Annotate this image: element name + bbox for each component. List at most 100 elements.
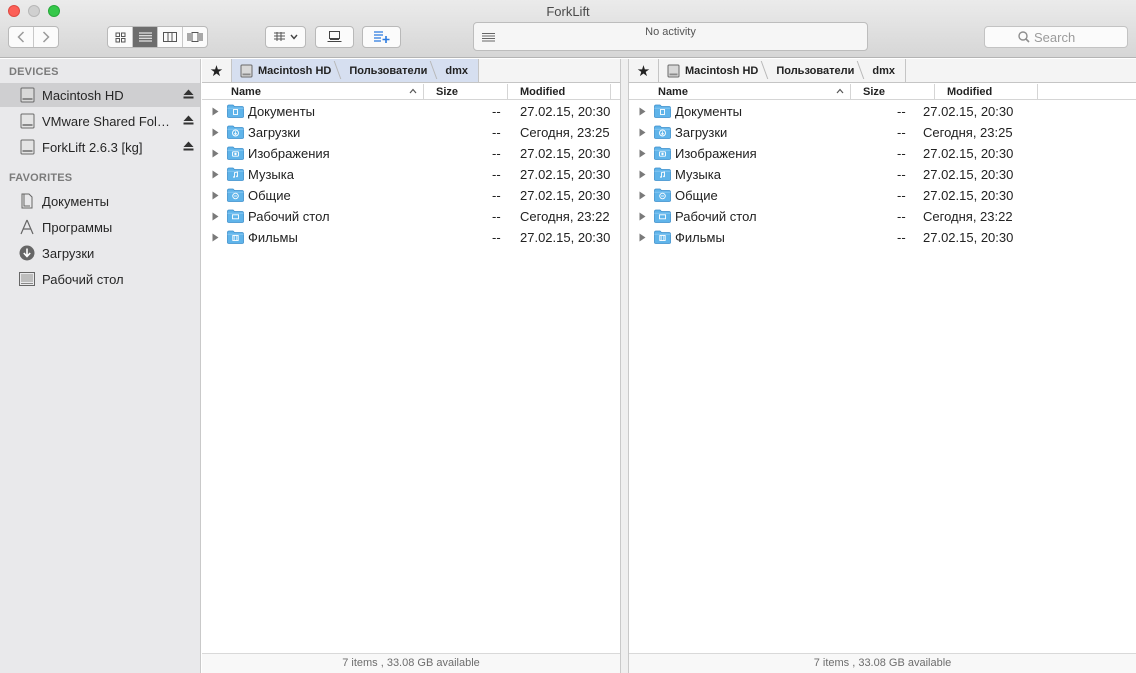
activity-panel[interactable]: No activity xyxy=(473,22,868,51)
sidebar-item-label: Macintosh HD xyxy=(42,87,124,103)
column-modified-header[interactable]: Modified xyxy=(508,84,611,99)
file-modified: Сегодня, 23:22 xyxy=(923,209,1013,224)
column-label: Size xyxy=(436,85,459,98)
column-view-button[interactable] xyxy=(158,27,183,47)
breadcrumb-label: Пользователи xyxy=(349,64,428,77)
disclosure-triangle-icon[interactable] xyxy=(639,107,646,116)
breadcrumb-item-users[interactable]: Пользователи xyxy=(341,59,437,82)
add-favorite-button[interactable] xyxy=(363,27,400,47)
column-label: Modified xyxy=(947,85,993,98)
folder-icon xyxy=(654,125,671,142)
folder-icon xyxy=(227,230,244,247)
breadcrumb: Macintosh HD Пользователи dmx xyxy=(659,59,906,82)
sidebar-item-documents[interactable]: Документы xyxy=(0,189,200,213)
column-size-header[interactable]: Size xyxy=(424,84,508,99)
eject-icon[interactable] xyxy=(183,141,194,151)
column-modified-header[interactable]: Modified xyxy=(935,84,1038,99)
sidebar-item-downloads[interactable]: Загрузки xyxy=(0,241,200,265)
file-modified: 27.02.15, 20:30 xyxy=(923,167,1014,182)
search-box[interactable] xyxy=(984,26,1128,48)
star-icon: ★ xyxy=(636,62,651,80)
disclosure-triangle-icon[interactable] xyxy=(639,191,646,200)
table-row[interactable]: Рабочий стол -- Сегодня, 23:22 xyxy=(202,206,620,227)
breadcrumb-item-disk[interactable]: Macintosh HD xyxy=(232,59,341,82)
disclosure-triangle-icon[interactable] xyxy=(639,170,646,179)
sidebar-item-forklift-volume[interactable]: ForkLift 2.6.3 [kg] xyxy=(0,135,200,159)
back-button[interactable] xyxy=(9,27,34,47)
folder-icon xyxy=(654,146,671,163)
folder-icon xyxy=(227,125,244,142)
disclosure-triangle-icon[interactable] xyxy=(212,212,219,221)
eject-icon[interactable] xyxy=(183,115,194,125)
chevron-down-icon xyxy=(289,34,298,40)
table-row[interactable]: Рабочий стол -- Сегодня, 23:22 xyxy=(629,206,1136,227)
icon-view-button[interactable] xyxy=(108,27,133,47)
table-row[interactable]: Документы -- 27.02.15, 20:30 xyxy=(202,101,620,122)
downloads-icon xyxy=(18,244,36,262)
status-bar: 7 items , 33.08 GB available xyxy=(202,653,620,673)
breadcrumb-item-home[interactable]: dmx xyxy=(437,59,479,82)
right-pane[interactable]: ★ Macintosh HD Пользователи dmx Name Siz… xyxy=(629,59,1136,673)
file-size: -- xyxy=(492,230,501,245)
list-view-button[interactable] xyxy=(133,27,158,47)
table-row[interactable]: Общие -- 27.02.15, 20:30 xyxy=(629,185,1136,206)
column-label: Size xyxy=(863,85,886,98)
star-icon: ★ xyxy=(209,62,224,80)
computer-icon xyxy=(327,31,342,42)
column-name-header[interactable]: Name xyxy=(202,84,424,99)
table-row[interactable]: Документы -- 27.02.15, 20:30 xyxy=(629,101,1136,122)
breadcrumb: Macintosh HD Пользователи dmx xyxy=(232,59,479,82)
disclosure-triangle-icon[interactable] xyxy=(212,191,219,200)
disclosure-triangle-icon[interactable] xyxy=(212,233,219,242)
table-row[interactable]: Фильмы -- 27.02.15, 20:30 xyxy=(202,227,620,248)
sidebar-item-applications[interactable]: Программы xyxy=(0,215,200,239)
table-row[interactable]: Фильмы -- 27.02.15, 20:30 xyxy=(629,227,1136,248)
breadcrumb-item-disk[interactable]: Macintosh HD xyxy=(659,59,768,82)
column-name-header[interactable]: Name xyxy=(629,84,851,99)
disclosure-triangle-icon[interactable] xyxy=(212,149,219,158)
sidebar-item-vmware-shared[interactable]: VMware Shared Fol… xyxy=(0,109,200,133)
arrange-grid-icon xyxy=(273,32,285,41)
file-modified: Сегодня, 23:25 xyxy=(923,125,1013,140)
navigation-group xyxy=(8,26,59,48)
breadcrumb-label: Macintosh HD xyxy=(258,64,332,77)
left-pane[interactable]: ★ Macintosh HD Пользователи dmx Name Siz… xyxy=(202,59,620,673)
view-mode-group xyxy=(107,26,208,48)
folder-icon xyxy=(654,104,671,121)
breadcrumb-item-home[interactable]: dmx xyxy=(864,59,906,82)
disk-image-icon xyxy=(18,138,36,156)
favorite-star-button[interactable]: ★ xyxy=(629,59,659,82)
file-modified: 27.02.15, 20:30 xyxy=(520,230,611,245)
eject-icon[interactable] xyxy=(183,89,194,99)
table-row[interactable]: Загрузки -- Сегодня, 23:25 xyxy=(202,122,620,143)
favorite-star-button[interactable]: ★ xyxy=(202,59,232,82)
disclosure-triangle-icon[interactable] xyxy=(639,128,646,137)
file-size: -- xyxy=(492,209,501,224)
disclosure-triangle-icon[interactable] xyxy=(639,149,646,158)
table-row[interactable]: Общие -- 27.02.15, 20:30 xyxy=(202,185,620,206)
sidebar-item-desktop[interactable]: Рабочий стол xyxy=(0,267,200,291)
connect-button[interactable] xyxy=(316,27,353,47)
coverflow-view-button[interactable] xyxy=(183,27,207,47)
disclosure-triangle-icon[interactable] xyxy=(639,233,646,242)
search-input[interactable] xyxy=(1034,29,1094,45)
table-row[interactable]: Музыка -- 27.02.15, 20:30 xyxy=(202,164,620,185)
sidebar-item-macintosh-hd[interactable]: Macintosh HD xyxy=(0,83,200,107)
sidebar-item-label: Программы xyxy=(42,219,113,235)
pane-splitter[interactable] xyxy=(620,59,629,673)
file-size: -- xyxy=(897,230,906,245)
table-row[interactable]: Изображения -- 27.02.15, 20:30 xyxy=(629,143,1136,164)
forward-button[interactable] xyxy=(34,27,58,47)
disclosure-triangle-icon[interactable] xyxy=(212,170,219,179)
file-modified: Сегодня, 23:25 xyxy=(520,125,610,140)
file-modified: Сегодня, 23:22 xyxy=(520,209,610,224)
table-row[interactable]: Загрузки -- Сегодня, 23:25 xyxy=(629,122,1136,143)
breadcrumb-item-users[interactable]: Пользователи xyxy=(768,59,864,82)
column-size-header[interactable]: Size xyxy=(851,84,935,99)
table-row[interactable]: Изображения -- 27.02.15, 20:30 xyxy=(202,143,620,164)
disclosure-triangle-icon[interactable] xyxy=(639,212,646,221)
disclosure-triangle-icon[interactable] xyxy=(212,128,219,137)
disclosure-triangle-icon[interactable] xyxy=(212,107,219,116)
arrange-button[interactable] xyxy=(266,27,305,47)
table-row[interactable]: Музыка -- 27.02.15, 20:30 xyxy=(629,164,1136,185)
